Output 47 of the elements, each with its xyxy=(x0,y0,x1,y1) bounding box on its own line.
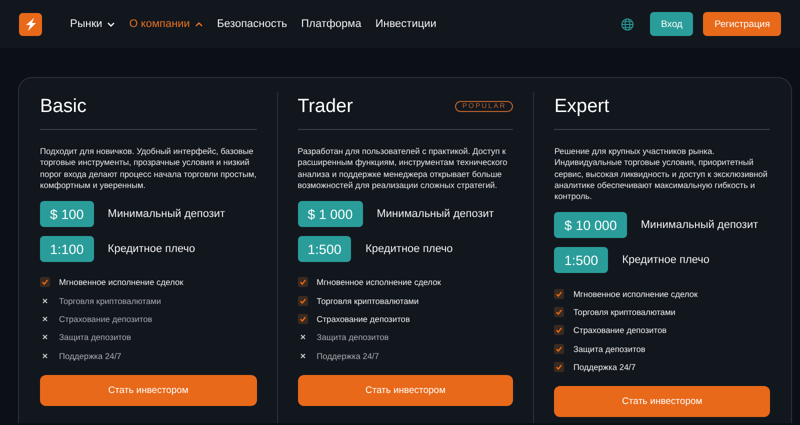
feature-label: Защита депозитов xyxy=(316,332,389,342)
plan-description: Подходит для новичков. Удобный интерфейс, базовые торговые инструменты, прозрачные условия и низкий порог входа делают процесс начала торговли простым, комфортным и уверенным. xyxy=(40,146,257,192)
chevron-icon xyxy=(194,22,203,26)
plan-description: Разработан для пользователей с практикой. Доступ к расширенным функциям, инструментам технического анализа и поддержке менеджера открывает больше возможностей для реализации сложных стратегий. xyxy=(298,146,508,192)
leverage-label: Кредитное плечо xyxy=(622,254,710,266)
nav-link[interactable]: Безопасность xyxy=(216,18,288,30)
feature-label: Торговля криптовалютами xyxy=(59,296,162,306)
leverage-value: 1:500 xyxy=(298,236,352,262)
nav-link[interactable]: О компании xyxy=(129,18,203,30)
feature-label: Поддержка 24/7 xyxy=(59,350,122,361)
register-button[interactable]: Регистрация xyxy=(703,12,781,36)
leverage-label: Кредитное плечо xyxy=(108,243,196,256)
plan-description: Решение для крупных участников рынка. Индивидуальные торговые условия, приоритетный сервис, высокая ликвидность и доступ к эксклюзивной аналитике обеспечивают максимальную гибкость и контроль. xyxy=(554,146,769,202)
nav-link[interactable]: Рынки xyxy=(70,18,116,30)
deposit-value: $ 10 000 xyxy=(554,212,627,238)
leverage-value: 1:100 xyxy=(40,236,94,262)
deposit-value: $ 1 000 xyxy=(298,201,363,228)
logo-icon[interactable] xyxy=(19,12,42,36)
deposit-value: $ 100 xyxy=(40,201,94,228)
plan-title: Trader xyxy=(298,96,353,118)
deposit-label: Минимальный депозит xyxy=(376,208,494,220)
nav-link[interactable]: Платформа xyxy=(301,18,362,30)
feature-label: Поддержка 24/7 xyxy=(316,350,379,361)
login-button[interactable]: Вход xyxy=(650,12,694,36)
feature-label: Торговля криптовалютами xyxy=(316,296,419,306)
feature-label: Защита депозитов xyxy=(573,344,646,354)
globe-icon[interactable] xyxy=(620,18,634,30)
feature-label: Страхование депозитов xyxy=(573,325,667,336)
feature-label: Мгновенное исполнение сделок xyxy=(59,277,184,288)
feature-label: Страхование депозитов xyxy=(59,314,152,324)
feature-label: Защита депозитов xyxy=(59,332,132,342)
leverage-value: 1:500 xyxy=(554,247,608,274)
feature-label: Поддержка 24/7 xyxy=(573,362,636,372)
plan-title: Expert xyxy=(554,96,610,118)
chevron-icon xyxy=(107,22,116,26)
invest-button[interactable]: Стать инвестором xyxy=(554,386,770,417)
feature-label: Мгновенное исполнение сделок xyxy=(316,277,441,288)
deposit-label: Минимальный депозит xyxy=(108,208,226,220)
feature-label: Торговля криптовалютами xyxy=(573,306,676,317)
nav-link[interactable]: Инвестиции xyxy=(375,18,436,30)
feature-label: Страхование депозитов xyxy=(316,314,410,324)
feature-label: Мгновенное исполнение сделок xyxy=(573,288,698,299)
invest-button[interactable]: Стать инвестором xyxy=(298,374,514,406)
plan-title: Basic xyxy=(40,96,86,118)
deposit-label: Минимальный депозит xyxy=(640,219,758,232)
leverage-label: Кредитное плечо xyxy=(365,243,453,256)
invest-button[interactable]: Стать инвестором xyxy=(40,374,257,406)
